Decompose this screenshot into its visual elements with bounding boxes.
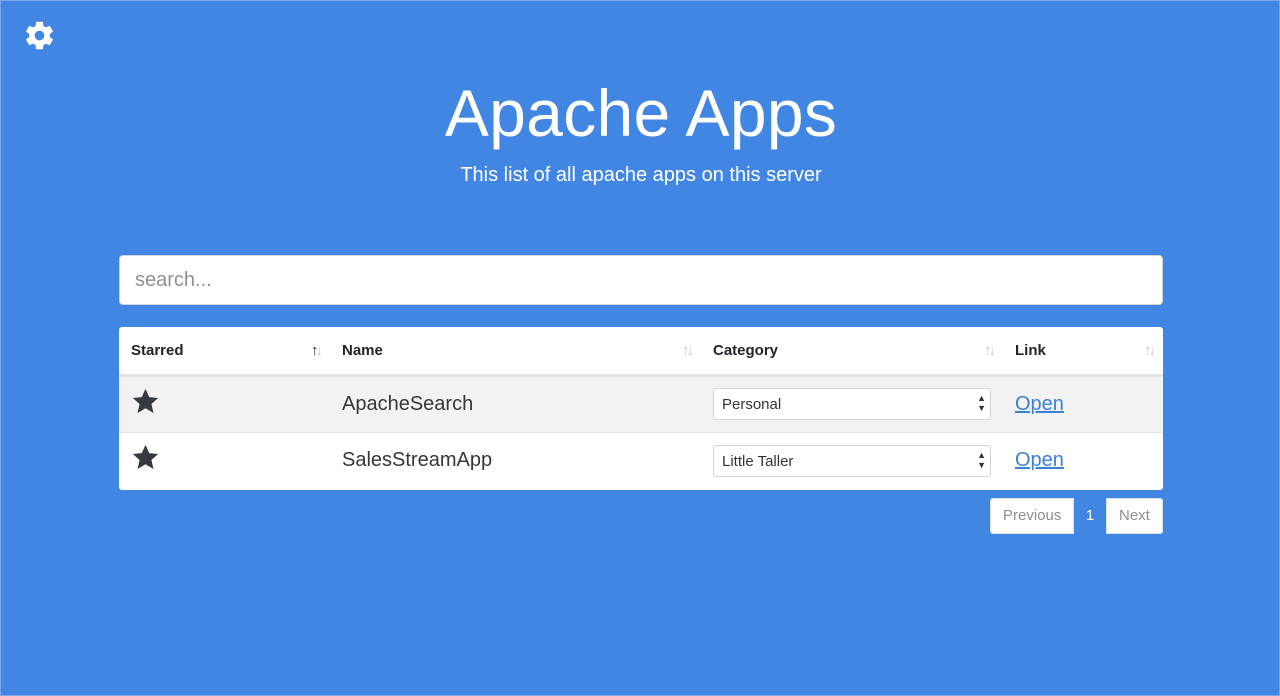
column-header-category[interactable]: Category ↑↓ <box>701 327 1003 377</box>
column-header-name[interactable]: Name ↑↓ <box>330 327 701 377</box>
current-page-button[interactable]: 1 <box>1074 498 1106 534</box>
sort-ascending-icon[interactable]: ↑↓ <box>311 342 323 359</box>
link-cell: Open <box>1003 431 1163 489</box>
previous-page-button[interactable]: Previous <box>990 498 1074 534</box>
category-select-value: Little Taller <box>722 452 794 470</box>
category-cell: Little Taller ▲ ▼ <box>701 431 1003 489</box>
hero: Apache Apps This list of all apache apps… <box>1 73 1280 187</box>
column-label: Link <box>1015 341 1046 359</box>
table-header-row: Starred ↑↓ Name ↑↓ Category ↑↓ Link ↑↓ <box>119 327 1163 377</box>
table-row: SalesStreamApp Little Taller ▲ ▼ Open <box>119 431 1163 489</box>
gear-icon[interactable] <box>23 19 56 52</box>
star-icon[interactable] <box>131 443 160 472</box>
open-link[interactable]: Open <box>1015 449 1064 471</box>
open-link[interactable]: Open <box>1015 393 1064 415</box>
gear-icon-svg <box>26 21 53 50</box>
select-caret-icon: ▲ ▼ <box>977 393 986 413</box>
pagination: Previous 1 Next <box>990 498 1163 534</box>
sort-icon[interactable]: ↑↓ <box>984 342 996 359</box>
link-cell: Open <box>1003 375 1163 432</box>
apps-table: Starred ↑↓ Name ↑↓ Category ↑↓ Link ↑↓ A… <box>119 327 1163 490</box>
category-select[interactable]: Little Taller ▲ ▼ <box>713 444 991 477</box>
page-subtitle: This list of all apache apps on this ser… <box>460 164 822 186</box>
select-caret-icon: ▲ ▼ <box>977 449 986 470</box>
category-cell: Personal ▲ ▼ <box>701 375 1003 432</box>
column-label: Category <box>713 341 779 359</box>
star-icon-svg <box>132 388 159 413</box>
app-name: SalesStreamApp <box>330 431 701 489</box>
column-label: Starred <box>131 341 184 359</box>
table-row: ApacheSearch Personal ▲ ▼ Open <box>119 375 1163 432</box>
category-select[interactable]: Personal ▲ ▼ <box>713 388 991 420</box>
column-header-starred[interactable]: Starred ↑↓ <box>119 327 330 377</box>
starred-cell <box>119 431 330 489</box>
category-select-value: Personal <box>722 396 782 413</box>
star-icon[interactable] <box>131 387 160 416</box>
next-page-button[interactable]: Next <box>1106 498 1163 534</box>
sort-icon[interactable]: ↑↓ <box>1144 342 1156 359</box>
column-label: Name <box>342 341 383 359</box>
starred-cell <box>119 375 330 432</box>
page-title: Apache Apps <box>444 76 838 150</box>
app-name: ApacheSearch <box>342 392 474 415</box>
column-header-link[interactable]: Link ↑↓ <box>1003 327 1163 377</box>
sort-icon[interactable]: ↑↓ <box>682 342 694 359</box>
star-icon-svg <box>132 445 159 470</box>
search-input[interactable] <box>119 255 1163 305</box>
